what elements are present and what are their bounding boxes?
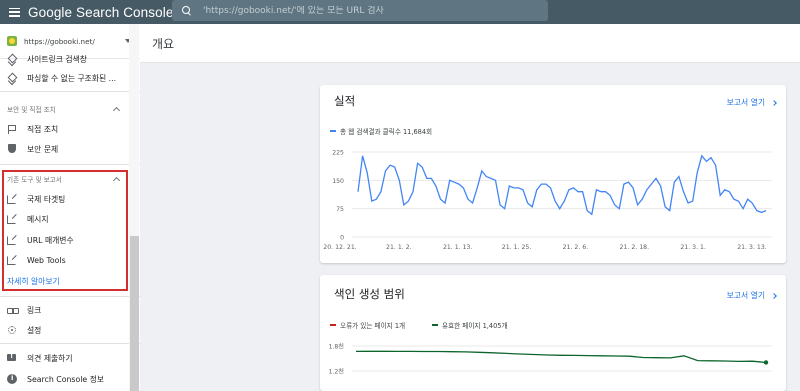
- sidebar-item-label: 의견 제출하기: [27, 353, 73, 363]
- property-url: https://gobooki.net/: [24, 36, 95, 46]
- x-tick-label: 21. 1. 13.: [443, 244, 473, 251]
- valid-pages-end-point: [763, 360, 769, 365]
- layers-icon: [7, 54, 17, 64]
- sidebar-item-label: 설정: [27, 325, 42, 335]
- sidebar-divider: [0, 164, 140, 165]
- y-tick-label: 150: [332, 178, 344, 185]
- feedback-icon: [7, 352, 17, 363]
- sidebar-item-label: 링크: [27, 305, 42, 315]
- performance-card: 실적 보고서 열기 총 웹 검색결과 클릭수 11,684회 225 150 75 0…: [320, 85, 786, 263]
- top-app-bar: Google Search Console: [0, 0, 800, 24]
- sidebar-item-links[interactable]: 링크: [0, 301, 140, 319]
- sidebar-item-label: 직접 조치: [27, 124, 59, 134]
- sidebar-item-sitelinks-searchbox[interactable]: 사이트링크 검색창: [0, 50, 140, 68]
- section-header-label: 보안 및 직접 조치: [7, 106, 56, 114]
- sidebar-divider: [0, 91, 140, 92]
- coverage-card: 색인 생성 범위 보고서 열기 오류가 있는 페이지 1개 유효한 페이지 1,…: [320, 275, 786, 391]
- clicks-series-line: [357, 154, 767, 216]
- y-tick-label: 225: [332, 150, 344, 157]
- shield-icon: [7, 144, 17, 154]
- x-tick-label: 21. 3. 13.: [737, 244, 767, 251]
- highlight-annotation-box: [2, 170, 128, 291]
- chevron-up-icon[interactable]: [112, 106, 121, 114]
- gear-icon: [7, 325, 17, 335]
- section-header-security[interactable]: 보안 및 직접 조치: [7, 104, 121, 114]
- y-tick-label: 1.8천: [328, 343, 344, 351]
- sidebar-item-label: Search Console 정보: [27, 374, 105, 384]
- sidebar-item-label: 파싱할 수 없는 구조화된 ...: [27, 73, 117, 83]
- sidebar-item-unparsable-structured-data[interactable]: 파싱할 수 없는 구조화된 ...: [0, 69, 140, 87]
- x-tick-label: 21. 2. 18.: [620, 244, 650, 251]
- sidebar-scrollbar-thumb[interactable]: [130, 236, 139, 391]
- sidebar-item-manual-actions[interactable]: 직접 조치: [0, 120, 140, 138]
- x-tick-label: 20. 12. 21.: [323, 244, 356, 251]
- x-tick-label: 21. 1. 2.: [386, 244, 412, 251]
- sidebar-item-label: 보안 문제: [27, 144, 59, 154]
- y-tick-label: 0: [340, 235, 344, 242]
- sidebar-divider: [0, 296, 140, 297]
- sidebar-item-submit-feedback[interactable]: 의견 제출하기: [0, 349, 140, 367]
- sidebar-item-settings[interactable]: 설정: [0, 321, 140, 339]
- info-icon: [7, 374, 17, 384]
- flag-icon: [7, 124, 17, 134]
- layers-icon: [7, 73, 17, 83]
- search-icon[interactable]: [182, 6, 191, 15]
- hamburger-menu-icon[interactable]: [9, 7, 20, 17]
- page-title: 개요: [152, 37, 175, 51]
- property-favicon-icon: [7, 36, 17, 46]
- x-tick-label: 21. 3. 1.: [680, 244, 706, 251]
- performance-chart: 225 150 75 0 20. 12. 21. 21. 1. 2. 21. 1. 13. 2…: [323, 150, 772, 251]
- sidebar-item-label: 사이트링크 검색창: [27, 54, 87, 64]
- main-header: 개요: [140, 24, 800, 63]
- url-inspection-search[interactable]: [172, 0, 548, 21]
- coverage-chart: 1.8천 1.2천: [328, 343, 772, 376]
- x-tick-label: 21. 1. 25.: [502, 244, 532, 251]
- y-tick-label: 75: [336, 206, 344, 213]
- sidebar-divider: [0, 343, 140, 344]
- url-inspection-input[interactable]: [203, 5, 533, 16]
- sidebar-item-security-issues[interactable]: 보안 문제: [0, 140, 140, 158]
- sidebar: https://gobooki.net/ 사이트링크 검색창 파싱할 수 없는 …: [0, 24, 140, 391]
- valid-pages-series-line: [355, 350, 767, 364]
- x-tick-label: 21. 2. 6.: [563, 244, 589, 251]
- link-icon: [7, 305, 19, 315]
- y-tick-label: 1.2천: [328, 368, 344, 376]
- app-title[interactable]: Google Search Console: [28, 5, 173, 20]
- sidebar-item-about[interactable]: Search Console 정보: [0, 370, 140, 388]
